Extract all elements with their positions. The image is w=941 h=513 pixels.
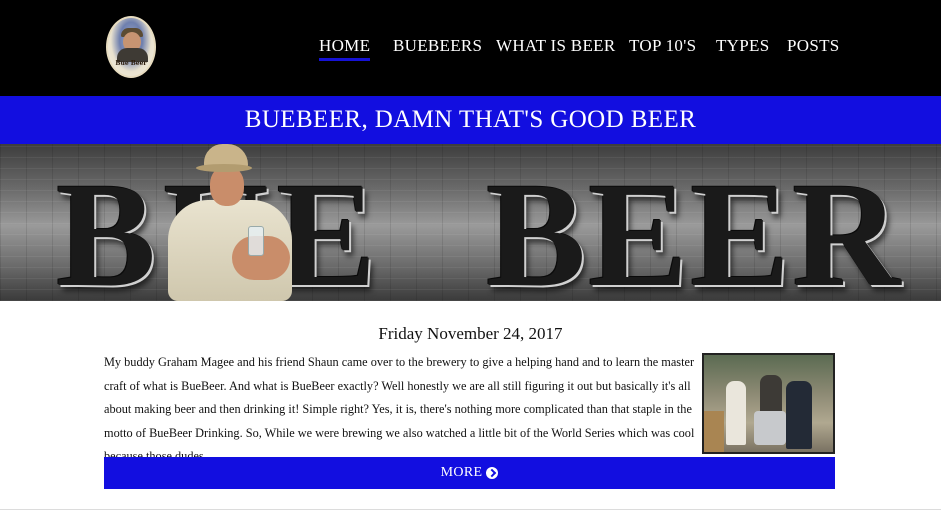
circle-arrow-right-icon [486,467,499,479]
hero-person-image [166,144,298,301]
more-button[interactable]: MORE [104,457,835,489]
main-nav: HOME BUEBEERS WHAT IS BEER TOP 10'S TYPE… [0,36,941,61]
photo-barrel [704,411,724,452]
nav-what-is-beer[interactable]: WHAT IS BEER [496,36,615,56]
photo-person-1 [726,381,746,445]
divider [0,509,941,510]
nav-top-10s[interactable]: TOP 10'S [629,36,696,56]
post-thumbnail[interactable] [702,353,835,454]
hero-word-beer: BEER [486,152,903,301]
photo-brew-kettle [754,411,786,445]
site-header: Bue Beer HOME BUEBEERS WHAT IS BEER TOP … [0,0,941,96]
post-date: Friday November 24, 2017 [378,324,563,343]
nav-types[interactable]: TYPES [716,36,769,56]
nav-buebeers[interactable]: BUEBEERS [393,36,482,56]
person-glass [248,226,264,256]
hero-banner: BUE BEER [0,144,941,301]
person-head [210,166,244,206]
logo-text: Bue Beer [115,60,147,67]
page-title: BUEBEER, DAMN THAT'S GOOD BEER [244,106,697,133]
post-excerpt: My buddy Graham Magee and his friend Sha… [104,355,695,463]
more-button-label: MORE [440,465,483,480]
nav-home[interactable]: HOME [319,36,371,61]
photo-person-3 [786,381,812,449]
person-hat-brim [196,164,252,172]
page-title-bar: BUEBEER, DAMN THAT'S GOOD BEER [0,96,941,144]
nav-posts[interactable]: POSTS [787,36,840,56]
